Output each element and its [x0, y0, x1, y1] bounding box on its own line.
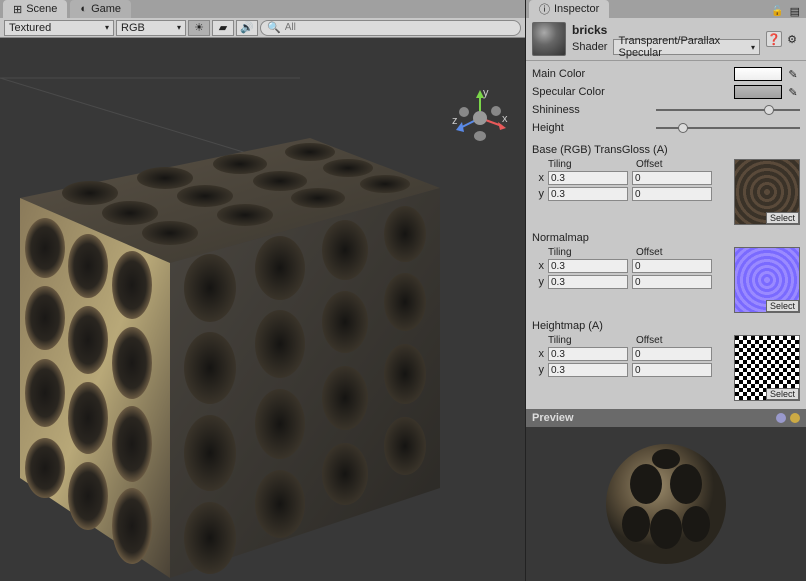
- pacman-icon: ◐: [80, 3, 87, 15]
- svg-text:x: x: [502, 113, 508, 125]
- base-tiling-y[interactable]: [548, 187, 628, 201]
- info-icon: ⓘ: [539, 1, 550, 17]
- shininess-slider[interactable]: [656, 103, 800, 117]
- search-input[interactable]: [285, 22, 514, 33]
- cube-mesh: [0, 118, 460, 581]
- preview-label: Preview: [532, 412, 574, 424]
- base-offset-y[interactable]: [632, 187, 712, 201]
- normal-offset-x[interactable]: [632, 259, 712, 273]
- scene-toolbar: Textured ▾ RGB ▾ ☀ ▰ 🔊 🔍: [0, 18, 525, 38]
- inspector-tab-label: Inspector: [554, 3, 599, 15]
- shininess-label: Shininess: [532, 104, 652, 116]
- shader-label: Shader: [572, 41, 607, 53]
- eyedropper-icon: ✎: [788, 86, 797, 99]
- height-offset-x[interactable]: [632, 347, 712, 361]
- normal-offset-y[interactable]: [632, 275, 712, 289]
- eyedropper-button[interactable]: ✎: [786, 85, 800, 99]
- specular-color-label: Specular Color: [532, 86, 652, 98]
- shader-dropdown[interactable]: Transparent/Parallax Specular ▾: [613, 39, 760, 55]
- height-texture-slot[interactable]: Select: [734, 335, 800, 401]
- tiling-header: Tiling: [548, 247, 636, 258]
- height-tiling-y[interactable]: [548, 363, 628, 377]
- skybox-toggle[interactable]: ▰: [212, 20, 234, 36]
- lock-icon[interactable]: 🔓: [771, 6, 783, 17]
- game-tab-label: Game: [91, 3, 121, 15]
- book-icon: ❓: [767, 33, 781, 46]
- material-header: bricks Shader Transparent/Parallax Specu…: [526, 18, 806, 61]
- search-field[interactable]: 🔍: [260, 20, 521, 36]
- normal-select-button[interactable]: Select: [766, 300, 799, 312]
- channel-dropdown[interactable]: RGB ▾: [116, 20, 186, 36]
- audio-toggle[interactable]: 🔊: [236, 20, 258, 36]
- axis-x: x: [532, 260, 544, 272]
- base-select-button[interactable]: Select: [766, 212, 799, 224]
- material-thumb: [532, 22, 566, 56]
- eyedropper-button[interactable]: ✎: [786, 67, 800, 81]
- scene-viewport[interactable]: y x z: [0, 38, 525, 581]
- height-label: Height: [532, 122, 652, 134]
- chevron-down-icon: ▾: [105, 23, 109, 32]
- normal-tiling-y[interactable]: [548, 275, 628, 289]
- offset-header: Offset: [636, 159, 724, 170]
- orientation-gizmo[interactable]: y x z: [450, 88, 510, 148]
- eyedropper-icon: ✎: [788, 68, 797, 81]
- height-tex-label: Heightmap (A): [532, 317, 800, 335]
- sun-icon: ☀: [194, 21, 204, 34]
- context-menu-icon[interactable]: ▤: [790, 5, 800, 18]
- landscape-icon: ▰: [219, 21, 227, 34]
- height-select-button[interactable]: Select: [766, 388, 799, 400]
- render-mode-dropdown[interactable]: Textured ▾: [4, 20, 114, 36]
- height-offset-y[interactable]: [632, 363, 712, 377]
- preview-light-button[interactable]: [790, 413, 800, 423]
- material-properties: Main Color ✎ Specular Color ✎ Shininess …: [526, 61, 806, 409]
- search-icon: 🔍: [267, 21, 281, 34]
- preview-viewport[interactable]: [526, 427, 806, 581]
- grid-icon: ⊞: [13, 3, 22, 16]
- inspector-tab-bar: ⓘ Inspector 🔓 ▤: [526, 0, 806, 18]
- svg-text:z: z: [452, 115, 458, 127]
- scene-tab-label: Scene: [26, 3, 57, 15]
- normal-tiling-x[interactable]: [548, 259, 628, 273]
- channel-value: RGB: [121, 22, 145, 34]
- svg-text:y: y: [483, 88, 489, 99]
- main-color-label: Main Color: [532, 68, 652, 80]
- offset-header: Offset: [636, 335, 724, 346]
- scene-tab-bar: ⊞ Scene ◐ Game: [0, 0, 525, 18]
- specular-color-swatch[interactable]: [734, 85, 782, 99]
- axis-x: x: [532, 348, 544, 360]
- base-tex-label: Base (RGB) TransGloss (A): [532, 141, 800, 159]
- preview-sphere-button[interactable]: [776, 413, 786, 423]
- height-tiling-x[interactable]: [548, 347, 628, 361]
- normal-texture-slot[interactable]: Select: [734, 247, 800, 313]
- inspector-tab[interactable]: ⓘ Inspector: [529, 0, 609, 18]
- chevron-down-icon: ▾: [751, 43, 755, 52]
- axis-y: y: [532, 276, 544, 288]
- chevron-down-icon: ▾: [177, 23, 181, 32]
- preview-sphere: [591, 429, 741, 579]
- base-tiling-x[interactable]: [548, 171, 628, 185]
- shader-value: Transparent/Parallax Specular: [618, 35, 747, 59]
- tiling-header: Tiling: [548, 159, 636, 170]
- axis-x: x: [532, 172, 544, 184]
- offset-header: Offset: [636, 247, 724, 258]
- main-color-swatch[interactable]: [734, 67, 782, 81]
- normal-tex-label: Normalmap: [532, 229, 800, 247]
- tiling-header: Tiling: [548, 335, 636, 346]
- axis-y: y: [532, 364, 544, 376]
- base-offset-x[interactable]: [632, 171, 712, 185]
- preview-header[interactable]: Preview: [526, 409, 806, 427]
- help-button[interactable]: ❓: [766, 31, 782, 47]
- scene-tab[interactable]: ⊞ Scene: [3, 0, 67, 18]
- gear-icon: ⚙: [787, 33, 797, 46]
- lighting-toggle[interactable]: ☀: [188, 20, 210, 36]
- axis-y: y: [532, 188, 544, 200]
- game-tab[interactable]: ◐ Game: [70, 0, 131, 18]
- settings-button[interactable]: ⚙: [784, 31, 800, 47]
- base-texture-slot[interactable]: Select: [734, 159, 800, 225]
- height-slider[interactable]: [656, 121, 800, 135]
- speaker-icon: 🔊: [240, 21, 254, 34]
- render-mode-value: Textured: [9, 22, 51, 34]
